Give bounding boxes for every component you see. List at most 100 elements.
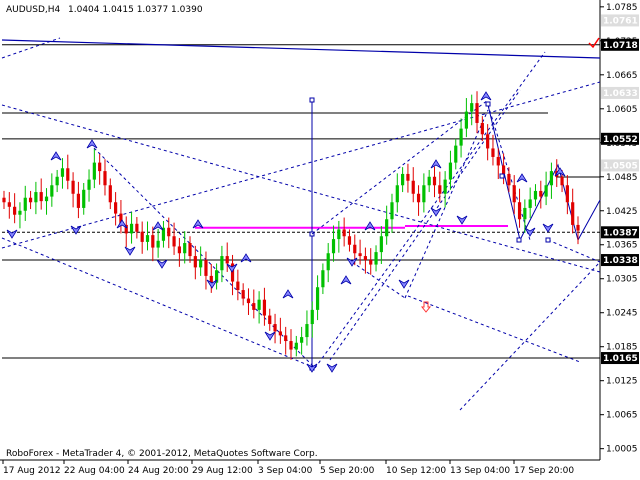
candle-body: [172, 236, 176, 247]
y-tick-label: 1.0125: [606, 377, 638, 387]
candle-body: [560, 176, 564, 186]
candle-body: [76, 193, 81, 208]
candle-body: [443, 179, 447, 194]
candle-body: [347, 236, 352, 245]
candle-body: [486, 134, 490, 149]
price-label: 1.0718: [603, 41, 638, 51]
candle-body: [464, 111, 468, 129]
candle-body: [257, 299, 261, 310]
y-tick-label: 1.0785: [606, 3, 638, 13]
candle-body: [87, 179, 91, 190]
candle-body: [512, 185, 516, 203]
x-tick-label: 10 Sep 12:00: [386, 466, 446, 476]
candle-body: [60, 168, 65, 177]
price-label: 1.0165: [603, 354, 638, 364]
y-tick-label: 1.0245: [606, 309, 638, 319]
candle-body: [199, 260, 203, 268]
y-tick-label: 1.0305: [606, 275, 638, 285]
candle-body: [406, 173, 410, 181]
candle-body: [576, 224, 580, 231]
candle-body: [167, 227, 171, 237]
candle-body: [438, 185, 442, 194]
candle-body: [358, 253, 362, 257]
line-handle: [516, 237, 522, 243]
symbol-label: AUDUSD,H4: [6, 5, 61, 15]
candle-body: [246, 298, 251, 304]
candle-body: [422, 185, 426, 203]
candle-body: [2, 197, 6, 203]
candle-body: [145, 235, 150, 242]
candle-body: [321, 270, 325, 288]
candle-body: [108, 185, 112, 203]
candle-body: [284, 335, 288, 342]
candle-body: [188, 243, 192, 257]
candle-body: [496, 156, 500, 166]
candle-body: [544, 185, 548, 197]
y-tick-label: 1.0425: [606, 207, 638, 217]
candle-body: [50, 185, 54, 197]
faded-price-label: 1.0505: [603, 161, 638, 171]
candle-body: [533, 190, 538, 200]
candle-body: [411, 180, 415, 194]
candle-body: [204, 260, 208, 276]
candle-body: [401, 173, 405, 186]
candle-body: [315, 287, 320, 310]
candle-body: [55, 176, 59, 186]
copyright-text: RoboForex - MetaTrader 4, © 2001-2012, M…: [6, 449, 318, 459]
candle-body: [23, 197, 27, 211]
candle-body: [448, 162, 453, 180]
line-handle: [485, 101, 491, 107]
candle-body: [395, 185, 399, 203]
candle-body: [571, 202, 575, 225]
candle-body: [82, 189, 86, 208]
candle-body: [177, 246, 181, 254]
candle-body: [225, 256, 229, 264]
candle-body: [390, 202, 394, 220]
x-tick-label: 17 Aug 2012: [3, 466, 61, 476]
candle-body: [252, 303, 256, 310]
faded-price-label: 1.0761: [603, 16, 638, 26]
candle-body: [565, 185, 569, 203]
price-label: 1.0387: [603, 228, 638, 238]
price-label: 1.0338: [603, 256, 638, 266]
y-tick-label: 1.0665: [606, 71, 638, 81]
candle-body: [385, 219, 389, 237]
candle-body: [539, 190, 543, 197]
candle-body: [342, 229, 346, 237]
candle-body: [103, 171, 107, 186]
x-tick-label: 29 Aug 12:00: [192, 466, 253, 476]
candle-body: [374, 252, 378, 265]
line-handle: [545, 237, 551, 243]
x-tick-label: 3 Sep 04:00: [258, 466, 313, 476]
candle-body: [278, 331, 282, 336]
candle-body: [34, 192, 38, 203]
price-label: 1.0552: [603, 135, 638, 145]
candle-body: [427, 176, 431, 186]
candle-body: [220, 256, 224, 271]
candle-body: [98, 162, 102, 172]
candle-body: [470, 103, 474, 112]
candle-body: [28, 197, 33, 203]
candle-body: [337, 229, 341, 240]
candle-body: [326, 253, 330, 271]
candle-body: [294, 342, 298, 350]
candle-body: [480, 122, 484, 135]
candle-body: [140, 231, 144, 242]
candle-body: [183, 243, 187, 254]
x-tick-label: 13 Sep 04:00: [450, 466, 510, 476]
candle-body: [273, 324, 277, 332]
candle-body: [501, 165, 506, 174]
y-tick-label: 1.0005: [606, 445, 638, 455]
candle-body: [523, 207, 527, 220]
candle-body: [507, 173, 511, 186]
candle-body: [39, 192, 43, 202]
x-tick-label: 22 Aug 04:00: [64, 466, 125, 476]
candle-body: [454, 145, 458, 163]
candle-body: [18, 210, 22, 215]
candle-body: [92, 162, 96, 180]
y-tick-label: 1.0605: [606, 105, 638, 115]
candle-body: [369, 260, 373, 265]
candle-body: [13, 206, 17, 215]
x-tick-label: 5 Sep 20:00: [320, 466, 375, 476]
candle-body: [310, 309, 314, 325]
